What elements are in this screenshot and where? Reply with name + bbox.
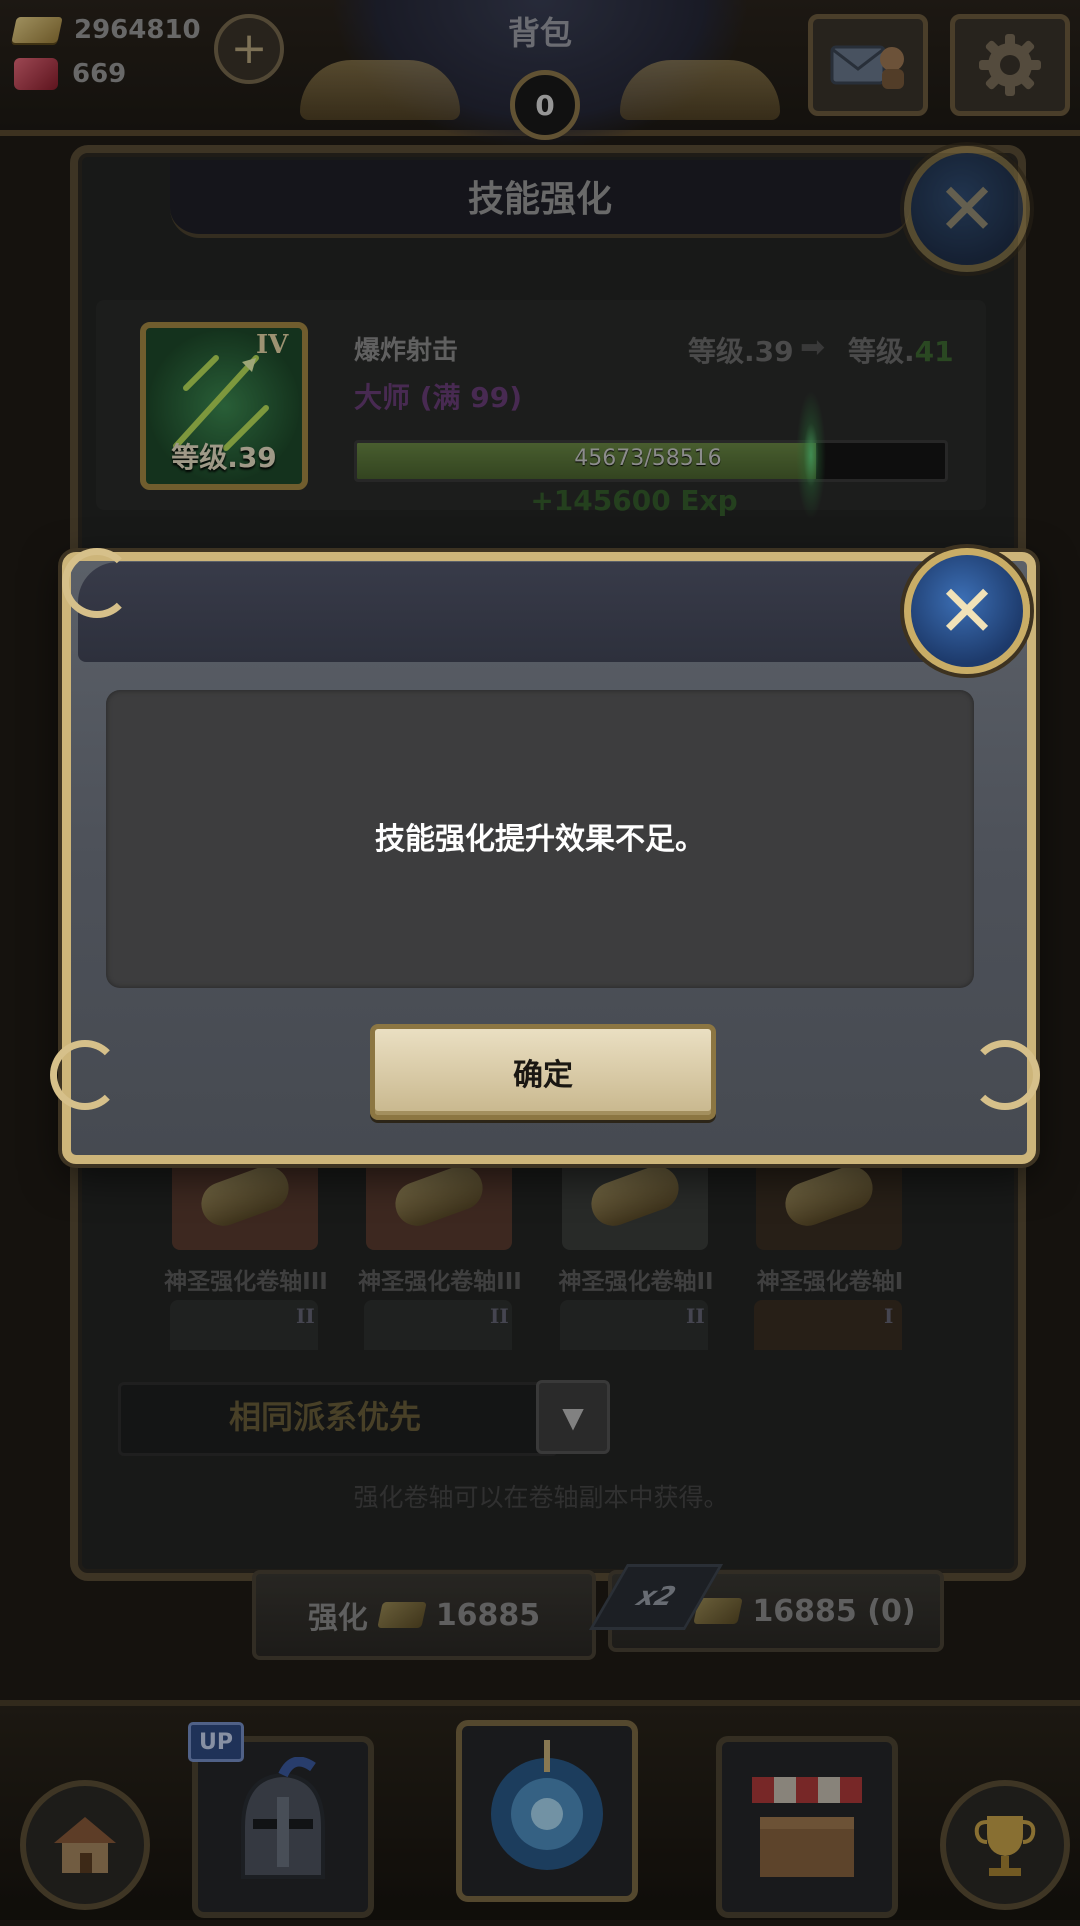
- dialog-header: [78, 562, 1002, 662]
- close-icon: ✕: [936, 569, 998, 653]
- confirm-button[interactable]: 确定: [370, 1024, 716, 1120]
- ornament-scroll-icon: [970, 1040, 1040, 1110]
- dialog-close-button[interactable]: ✕: [904, 548, 1030, 674]
- ornament-scroll-icon: [50, 1040, 120, 1110]
- dialog-message: 技能强化提升效果不足。: [375, 822, 705, 857]
- ornament-scroll-icon: [62, 548, 132, 618]
